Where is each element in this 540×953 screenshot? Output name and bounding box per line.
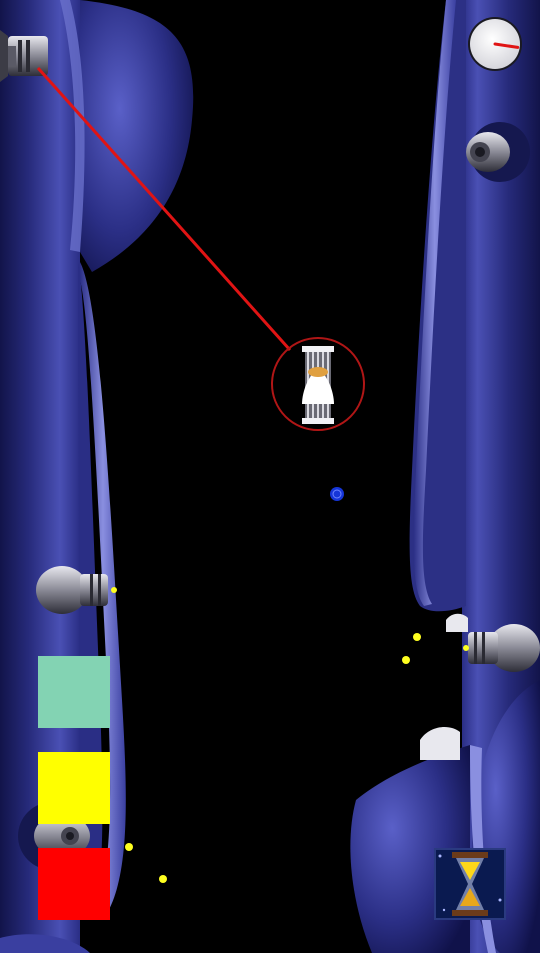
bullet bbox=[402, 656, 410, 664]
player-ship[interactable] bbox=[271, 337, 365, 431]
bullet bbox=[125, 843, 133, 851]
mint-control-button[interactable] bbox=[38, 656, 110, 728]
right-wall-upper bbox=[409, 0, 540, 640]
turret-top-left bbox=[0, 30, 48, 82]
bullet bbox=[413, 633, 421, 641]
hourglass-button[interactable] bbox=[434, 848, 506, 920]
yellow-control-button[interactable] bbox=[38, 752, 110, 824]
dial-gauge-icon[interactable] bbox=[468, 17, 522, 71]
game-stage[interactable] bbox=[0, 0, 540, 953]
enemy-orb bbox=[330, 487, 344, 501]
bullet bbox=[159, 875, 167, 883]
red-control-button[interactable] bbox=[38, 848, 110, 920]
